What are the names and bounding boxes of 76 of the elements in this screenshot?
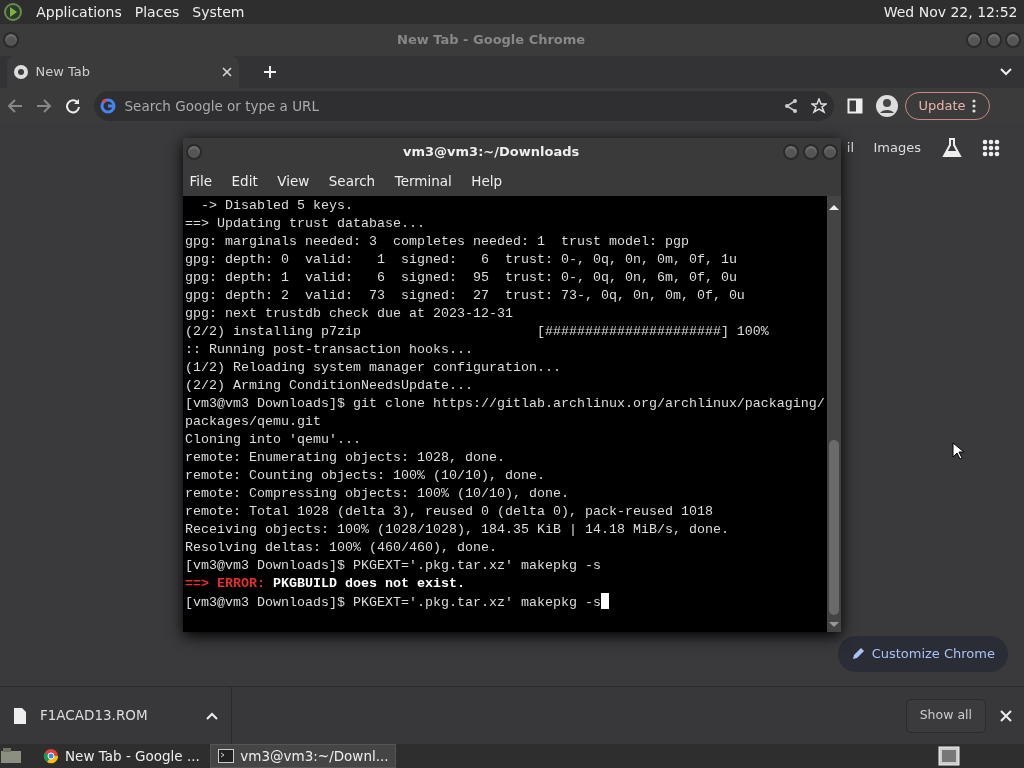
- terminal-icon: [217, 749, 234, 763]
- terminal-line: gpg: depth: 0 valid: 1 signed: 6 trust: 0-, 0q, 0n, 0m, 0f, 1u: [185, 251, 738, 269]
- window-button[interactable]: [966, 32, 983, 48]
- window-button[interactable]: [1004, 32, 1021, 48]
- back-icon[interactable]: [6, 98, 23, 114]
- address-bar[interactable]: Search Google or type a URL: [93, 91, 834, 121]
- menu-item[interactable]: Search: [328, 170, 376, 192]
- pencil-icon: [851, 647, 866, 661]
- search-field[interactable]: Search Google or type a URL: [122, 94, 776, 118]
- window-button[interactable]: [985, 32, 1002, 48]
- show-all-button[interactable]: Show all: [905, 698, 986, 733]
- terminal-line: [vm3@vm3 Downloads]$ git clone https://gitlab.archlinux.org/archlinux/packaging/: [185, 395, 826, 413]
- terminal-line: remote: Enumerating objects: 1028, done.: [185, 449, 506, 467]
- terminal-line: packages/qemu.git: [185, 413, 322, 431]
- terminal-line: [vm3@vm3 Downloads]$ PKGEXT='.pkg.tar.xz' makepkg -s: [185, 593, 827, 612]
- logo-icon[interactable]: [3, 2, 24, 22]
- avatar-icon[interactable]: [875, 95, 898, 117]
- terminal-line: remote: Compressing objects: 100% (10/10), done.: [185, 485, 570, 503]
- close-icon[interactable]: [222, 67, 232, 77]
- panel-menu[interactable]: Applications: [36, 1, 122, 23]
- terminal-line: remote: Counting objects: 100% (10/10), done.: [185, 467, 546, 485]
- terminal-line: Cloning into 'qemu'...: [185, 431, 362, 449]
- browser-tab[interactable]: New Tab: [6, 56, 239, 88]
- flask-icon[interactable]: [940, 137, 963, 159]
- terminal-line: gpg: depth: 1 valid: 6 signed: 95 trust: 0-, 0q, 0n, 6m, 0f, 0u: [185, 269, 738, 287]
- panel-menu[interactable]: Places: [134, 1, 180, 23]
- side-panel-icon[interactable]: [846, 98, 863, 114]
- terminal-line: (1/2) Reloading system manager configuration...: [185, 359, 562, 377]
- terminal-line: Receiving objects: 100% (1028/1028), 184.35 KiB | 14.18 MiB/s, done.: [185, 521, 730, 539]
- chevron-down-icon[interactable]: [1000, 68, 1012, 76]
- menu-item[interactable]: Edit: [231, 170, 258, 192]
- terminal-line: (2/2) installing p7zip [######################] 100%: [185, 323, 770, 341]
- google-icon: [100, 98, 116, 114]
- header-link[interactable]: il: [846, 138, 854, 158]
- more-icon: [972, 99, 977, 113]
- scroll-up-icon[interactable]: [829, 203, 839, 210]
- chevron-up-icon[interactable]: [206, 711, 218, 720]
- scrollbar[interactable]: [827, 196, 841, 632]
- terminal-line: (2/2) Arming ConditionNeedsUpdate...: [185, 377, 474, 395]
- window-button[interactable]: [3, 32, 20, 48]
- share-icon[interactable]: [782, 98, 799, 114]
- apps-grid-icon[interactable]: [982, 139, 1000, 157]
- terminal-line: Resolving deltas: 100% (460/460), done.: [185, 539, 498, 557]
- terminal-line: :: Running post-transaction hooks...: [185, 341, 474, 359]
- panel-menu[interactable]: System: [192, 1, 245, 23]
- forward-icon[interactable]: [35, 98, 52, 114]
- terminal-line: ==> ERROR: PKGBUILD does not exist.: [185, 575, 466, 593]
- window-button[interactable]: [186, 144, 203, 160]
- terminal-line: [vm3@vm3 Downloads]$ PKGEXT='.pkg.tar.xz' makepkg -s: [185, 557, 602, 575]
- menu-item[interactable]: View: [277, 170, 310, 192]
- window-button[interactable]: [821, 144, 838, 160]
- customize-button[interactable]: Customize Chrome: [838, 636, 1008, 672]
- reload-icon[interactable]: [64, 98, 81, 114]
- mouse-pointer-icon: [952, 442, 964, 460]
- terminal-line: -> Disabled 5 keys.: [200, 197, 354, 215]
- window-title: vm3@vm3:~/Downloads: [402, 143, 581, 162]
- menu-item[interactable]: File: [189, 170, 213, 192]
- close-icon[interactable]: [1000, 709, 1012, 722]
- terminal-line: ==> Updating trust database...: [185, 215, 426, 233]
- clock[interactable]: Wed Nov 22, 12:52: [883, 1, 1021, 23]
- scroll-down-icon[interactable]: [829, 622, 839, 628]
- star-icon[interactable]: [811, 98, 827, 114]
- plus-icon[interactable]: [262, 65, 277, 79]
- menu-item[interactable]: Help: [471, 170, 503, 192]
- file-icon: [13, 706, 27, 725]
- terminal-line: remote: Total 1028 (delta 3), reused 0 (delta 0), pack-reused 1018: [185, 503, 714, 521]
- terminal-line: gpg: next trustdb check due at 2023-12-31: [185, 305, 514, 323]
- window-title: New Tab - Google Chrome: [396, 31, 587, 50]
- window-button[interactable]: [802, 144, 819, 160]
- workspace-icon[interactable]: [938, 746, 960, 766]
- taskbar-button[interactable]: vm3@vm3:~/Downl...: [210, 744, 397, 768]
- header-link[interactable]: Images: [873, 138, 921, 158]
- menu-item[interactable]: Terminal: [394, 170, 452, 192]
- window-button[interactable]: [783, 144, 800, 160]
- terminal-line: gpg: depth: 2 valid: 73 signed: 27 trust: 73-, 0q, 0n, 0m, 0f, 0u: [185, 287, 746, 305]
- terminal-line: gpg: marginals needed: 3 completes needed: 1 trust model: pgp: [185, 233, 690, 251]
